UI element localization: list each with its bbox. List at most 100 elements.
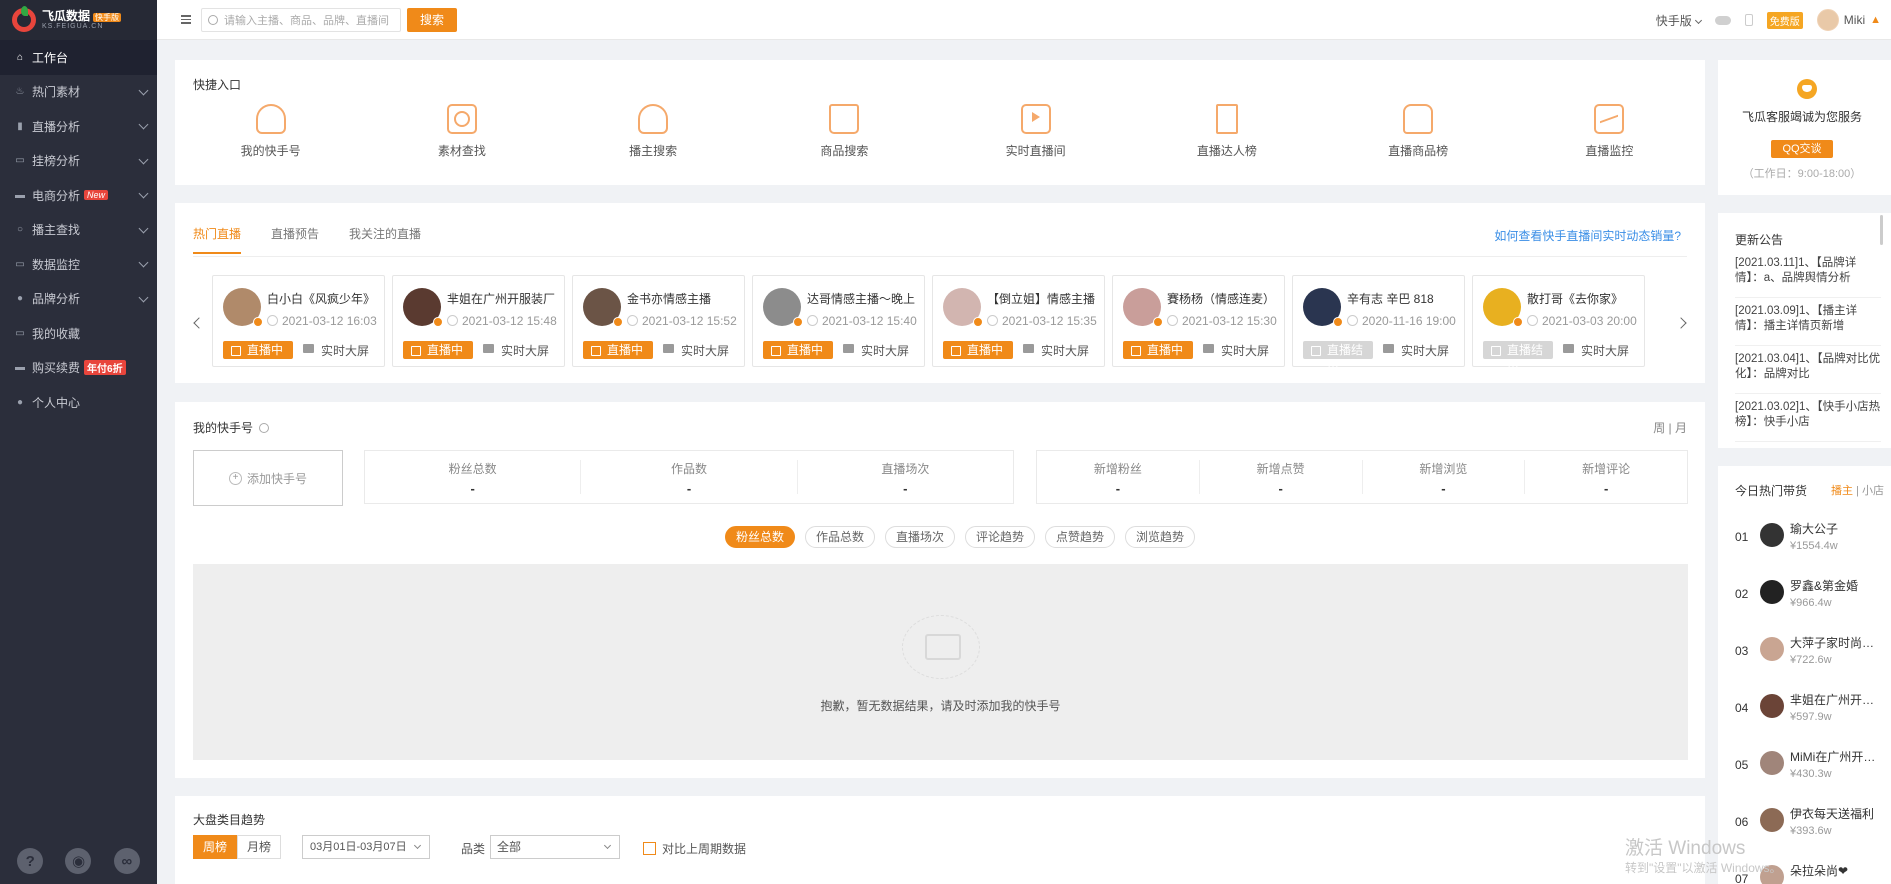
period-switch[interactable]: 周 | 月 — [1653, 419, 1687, 436]
wechat-icon[interactable]: ◉ — [65, 848, 92, 874]
switch-anchor[interactable]: 播主 — [1831, 485, 1853, 497]
tab-live-0[interactable]: 热门直播 — [193, 225, 242, 254]
sidebar-item[interactable]: ▬ 电商分析 New — [0, 178, 157, 213]
live-sales-help-link[interactable]: 如何查看快手直播间实时动态销量? — [1494, 227, 1681, 244]
metric-pill[interactable]: 点赞趋势 — [1045, 526, 1116, 548]
date-range-select[interactable]: 03月01日-03月07日 — [302, 835, 430, 859]
notice-item[interactable]: [2021.03.09]1、【播主详情】：播主详情页新增 — [1735, 301, 1881, 346]
hot-seller-row[interactable]: 04 芈姐在广州开服装厂 ¥597.9w — [1718, 681, 1891, 738]
sidebar-item[interactable]: ● 个人中心 — [0, 385, 157, 420]
compare-checkbox[interactable]: 对比上周期数据 — [643, 840, 746, 857]
live-status-badge[interactable]: 直播中 — [403, 341, 473, 359]
week-rank-button[interactable]: 周榜 — [193, 835, 238, 859]
hot-seller-row[interactable]: 06 伊衣每天送福利 ¥393.6w — [1718, 795, 1891, 852]
notice-item[interactable]: [2021.03.11]1、【品牌详情】：a、品牌舆情分析 — [1735, 253, 1881, 298]
sidebar-item[interactable]: ▭ 数据监控 — [0, 247, 157, 282]
quick-entry-item[interactable]: 我的快手号 — [175, 104, 366, 159]
menu-toggle-icon[interactable] — [181, 15, 191, 24]
sidebar-item[interactable]: ● 品牌分析 — [0, 282, 157, 317]
metric-pill[interactable]: 浏览趋势 — [1125, 526, 1196, 548]
sidebar-item[interactable]: ○ 播主查找 — [0, 213, 157, 248]
live-status-badge[interactable]: 直播中 — [223, 341, 293, 359]
tab-live-2[interactable]: 我关注的直播 — [349, 225, 421, 254]
realtime-screen-link[interactable]: 实时大屏 — [843, 342, 909, 359]
live-room-card[interactable]: 【倒立姐】情感主播 2021-03-12 15:35 直播中 实时大屏 — [932, 275, 1105, 367]
notice-item[interactable]: [2021.03.04]1、【品牌对比优化】：品牌对比 — [1735, 349, 1881, 394]
sidebar-item[interactable]: ♨ 热门素材 — [0, 75, 157, 110]
live-room-card[interactable]: 賽杨杨（情感连麦） 2021-03-12 15:30 直播中 实时大屏 — [1112, 275, 1285, 367]
stat-item: 新增评论 - — [1525, 460, 1687, 496]
hot-seller-row[interactable]: 07 朵拉朵尚❤ — [1718, 852, 1891, 884]
link-icon[interactable]: ∞ — [113, 848, 140, 874]
user-menu[interactable]: Miki ▲ — [1816, 9, 1881, 31]
notice-item[interactable]: [2021.03.02]1、【快手小店热榜】：快手小店 — [1735, 397, 1881, 442]
live-room-card[interactable]: 达哥情感主播～晚上 2021-03-12 15:40 直播中 实时大屏 — [752, 275, 925, 367]
sidebar-item[interactable]: ▬ 购买续费 年付6折 — [0, 351, 157, 386]
sidebar-item[interactable]: ⌂ 工作台 — [0, 40, 157, 75]
qq-chat-button[interactable]: QQ交谈 — [1771, 140, 1833, 158]
realtime-screen-link[interactable]: 实时大屏 — [1023, 342, 1089, 359]
metric-pill[interactable]: 作品总数 — [804, 526, 875, 548]
realtime-screen-link[interactable]: 实时大屏 — [1563, 342, 1629, 359]
phone-icon[interactable] — [1744, 14, 1753, 26]
sidebar-item[interactable]: ▭ 我的收藏 — [0, 316, 157, 351]
hot-seller-row[interactable]: 03 大萍子家时尚女装 ¥722.6w — [1718, 624, 1891, 681]
metric-pill[interactable]: 直播场次 — [884, 526, 955, 548]
quick-entry-item[interactable]: 素材查找 — [366, 104, 557, 159]
realtime-screen-link[interactable]: 实时大屏 — [663, 342, 729, 359]
live-room-card[interactable]: 金书亦情感主播 2021-03-12 15:52 直播中 实时大屏 — [572, 275, 745, 367]
live-status-badge[interactable]: 直播结束 — [1303, 341, 1373, 367]
sidebar-item[interactable]: ▭ 挂榜分析 — [0, 144, 157, 179]
live-dot-icon — [433, 317, 443, 327]
notice-scrollbar[interactable] — [1880, 215, 1883, 245]
live-room-card[interactable]: 辛有志 辛巴 818 2020-11-16 19:00 直播结束实时大屏 — [1292, 275, 1465, 367]
hot-type-switch[interactable]: 播主 | 小店 — [1831, 482, 1884, 498]
live-status-badge[interactable]: 直播中 — [1123, 341, 1193, 359]
version-select[interactable]: 快手版 — [1656, 12, 1702, 29]
quick-entry-item[interactable]: 直播监控 — [1514, 104, 1705, 159]
category-trend-title: 大盘类目趋势 — [193, 813, 266, 827]
help-icon[interactable]: ? — [17, 848, 44, 874]
logo[interactable]: 飞瓜数据 快手版 KS.FEIGUA.CN — [0, 0, 157, 40]
tab-live-1[interactable]: 直播预告 — [271, 225, 319, 254]
carousel-next-icon[interactable] — [1675, 317, 1687, 329]
live-status-badge[interactable]: 直播结束 — [1483, 341, 1553, 367]
category-value: 全部 — [497, 840, 522, 854]
user-icon: ● — [16, 396, 24, 408]
sidebar-item-label: 挂榜分析 — [32, 154, 81, 169]
cloud-icon[interactable] — [1714, 15, 1731, 25]
month-rank-button[interactable]: 月榜 — [237, 835, 282, 859]
metric-pill[interactable]: 粉丝总数 — [724, 526, 795, 548]
quick-entry-item[interactable]: 直播商品榜 — [1323, 104, 1514, 159]
search-button[interactable]: 搜索 — [407, 7, 457, 32]
category-select[interactable]: 全部 — [490, 835, 620, 859]
realtime-screen-link[interactable]: 实时大屏 — [303, 342, 369, 359]
metric-pill[interactable]: 评论趋势 — [965, 526, 1036, 548]
search-input[interactable]: 请输入主播、商品、品牌、直播间 — [201, 7, 401, 32]
quick-entry-item[interactable]: 商品搜索 — [749, 104, 940, 159]
stat-value: - — [1115, 481, 1121, 496]
quick-entry-item[interactable]: 直播达人榜 — [1131, 104, 1322, 159]
live-status-badge[interactable]: 直播中 — [943, 341, 1013, 359]
hot-seller-row[interactable]: 01 瑜大公子 ¥1554.4w — [1718, 510, 1891, 567]
live-status-badge[interactable]: 直播中 — [763, 341, 833, 359]
realtime-screen-link[interactable]: 实时大屏 — [1203, 342, 1269, 359]
live-room-card[interactable]: 白小白《风疯少年》 2021-03-12 16:03 直播中 实时大屏 — [212, 275, 385, 367]
sales-amount: ¥966.4w — [1790, 597, 1832, 609]
live-room-card[interactable]: 散打哥《去你家》 2021-03-03 20:00 直播结束实时大屏 — [1472, 275, 1645, 367]
sidebar-item[interactable]: ▮ 直播分析 — [0, 109, 157, 144]
chevron-down-icon — [138, 257, 149, 268]
live-room-card[interactable]: 芈姐在广州开服装厂 2021-03-12 15:48 直播中 实时大屏 — [392, 275, 565, 367]
free-version-badge[interactable]: 免费版 — [1766, 11, 1803, 29]
add-account-button[interactable]: 添加快手号 — [193, 450, 343, 506]
hot-seller-row[interactable]: 05 MiMi在广州开服装 ¥430.3w — [1718, 738, 1891, 795]
live-status-badge[interactable]: 直播中 — [583, 341, 653, 359]
realtime-screen-link[interactable]: 实时大屏 — [1383, 342, 1449, 359]
quick-entry-item[interactable]: 实时直播间 — [940, 104, 1131, 159]
add-circle-icon[interactable] — [259, 423, 270, 433]
hot-seller-row[interactable]: 02 罗鑫&第金婚 ¥966.4w — [1718, 567, 1891, 624]
carousel-prev-icon[interactable] — [193, 317, 205, 329]
quick-entry-item[interactable]: 播主搜索 — [558, 104, 749, 159]
switch-shop[interactable]: 小店 — [1862, 485, 1884, 497]
realtime-screen-link[interactable]: 实时大屏 — [483, 342, 549, 359]
